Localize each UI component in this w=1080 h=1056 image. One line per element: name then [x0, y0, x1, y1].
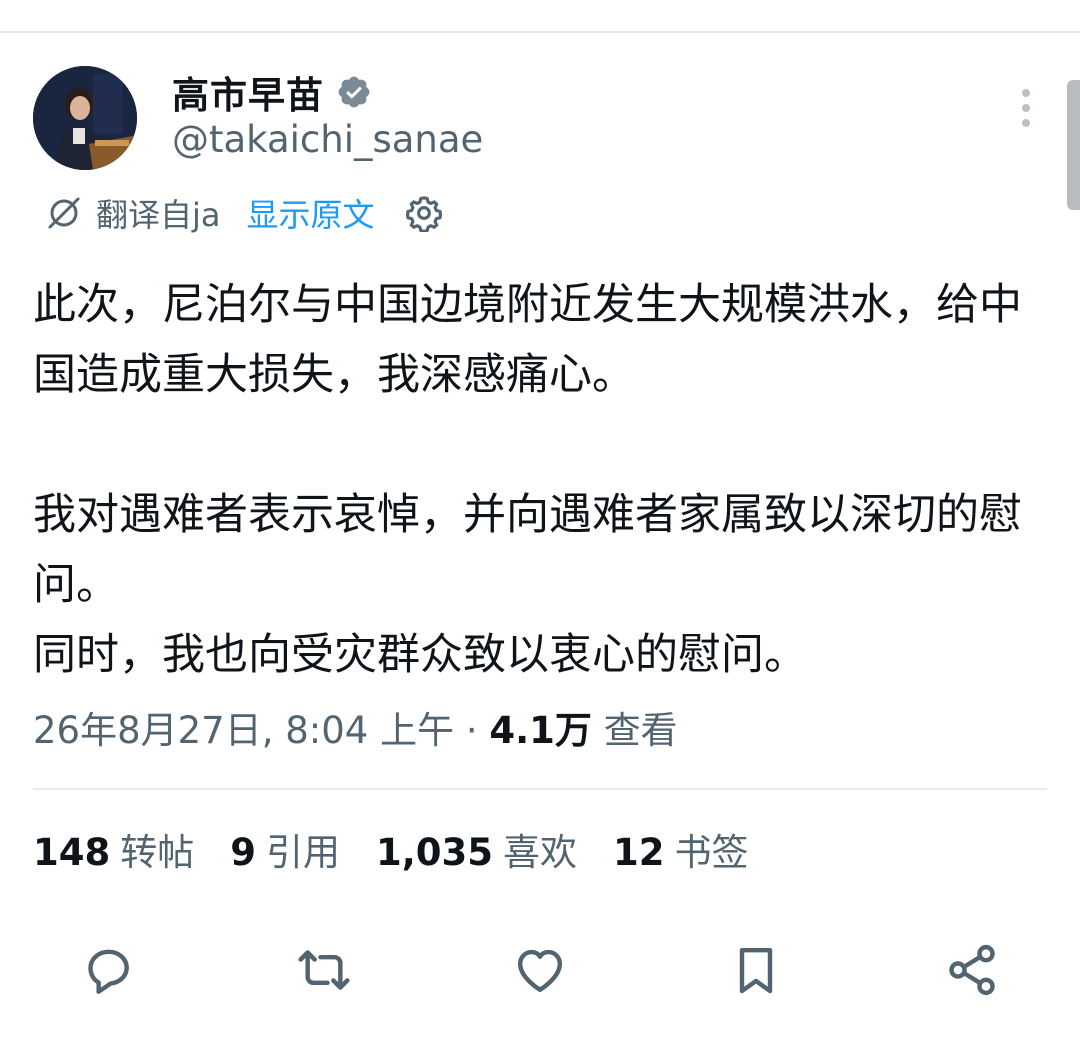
avatar-image: [33, 66, 137, 170]
more-vertical-icon[interactable]: [1012, 86, 1040, 130]
engagement-stats: 148 转帖 9 引用 1,035 喜欢 12 书签: [33, 822, 785, 876]
author-display-name[interactable]: 高市早苗: [172, 65, 324, 119]
avatar[interactable]: [33, 66, 137, 170]
tweet-text: 此次，尼泊尔与中国边境附近发生大规模洪水，给中国造成重大损失，我深感痛心。 我对…: [33, 270, 1043, 690]
likes-label: 喜欢: [503, 831, 578, 874]
repost-icon[interactable]: [296, 942, 352, 998]
tweet-paragraph-1: 此次，尼泊尔与中国边境附近发生大规模洪水，给中国造成重大损失，我深感痛心。: [33, 280, 1022, 400]
likes-count: 1,035: [375, 831, 494, 874]
tweet-paragraph-2-line-2: 同时，我也向受灾群众致以衷心的慰问。: [33, 630, 807, 680]
author-handle[interactable]: @takaichi_sanae: [172, 118, 483, 161]
bookmarks-count: 12: [613, 831, 665, 874]
verified-badge-icon: [336, 74, 372, 110]
heart-icon[interactable]: [512, 942, 568, 998]
bookmarks-label: 书签: [674, 831, 749, 874]
likes-stat[interactable]: 1,035 喜欢: [376, 822, 577, 876]
quotes-stat[interactable]: 9 引用: [230, 822, 340, 876]
quotes-count: 9: [230, 831, 256, 874]
show-original-link[interactable]: 显示原文: [247, 190, 375, 236]
views-label: 查看: [603, 709, 678, 752]
reply-icon[interactable]: [80, 942, 136, 998]
bookmark-icon[interactable]: [728, 942, 784, 998]
views-count: 4.1万: [489, 709, 592, 752]
divider: [33, 788, 1047, 790]
gear-icon[interactable]: [405, 194, 443, 233]
tweet-meta: 26年8月27日, 8:04 上午 · 4.1万 查看: [33, 700, 678, 754]
top-divider: [0, 31, 1080, 33]
share-icon[interactable]: [944, 942, 1000, 998]
scrollbar[interactable]: [1067, 80, 1080, 210]
translated-from-label: 翻译自ja: [96, 196, 221, 234]
reposts-label: 转帖: [120, 831, 195, 874]
translation-bar: 翻译自ja 显示原文: [46, 188, 443, 238]
author-name-row[interactable]: 高市早苗: [172, 66, 372, 118]
action-bar: [0, 930, 1080, 1010]
reposts-count: 148: [33, 831, 111, 874]
tweet-paragraph-2-line-1: 我对遇难者表示哀悼，并向遇难者家属致以深切的慰问。: [33, 490, 1022, 610]
meta-separator: ·: [454, 709, 490, 752]
reposts-stat[interactable]: 148 转帖: [33, 822, 194, 876]
bookmarks-stat[interactable]: 12 书签: [613, 822, 749, 876]
translate-icon: [46, 195, 82, 231]
quotes-label: 引用: [265, 831, 340, 874]
tweet-timestamp[interactable]: 26年8月27日, 8:04 上午: [33, 709, 454, 752]
